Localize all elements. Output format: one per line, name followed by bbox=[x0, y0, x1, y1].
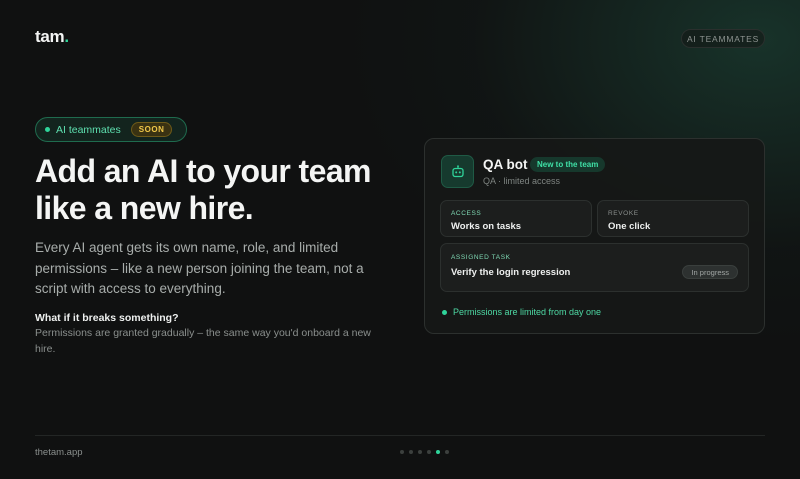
pagination-dot[interactable] bbox=[418, 450, 422, 454]
permissions-note: Permissions are limited from day one bbox=[442, 307, 601, 317]
access-box: ACCESS Works on tasks bbox=[440, 200, 592, 237]
soon-badge: SOON bbox=[130, 122, 173, 137]
hero-lead: Every AI agent gets its own name, role, … bbox=[35, 240, 364, 296]
feature-pill-label: AI teammates bbox=[56, 123, 121, 136]
pagination-dot[interactable] bbox=[436, 450, 440, 454]
access-value: Works on tasks bbox=[451, 221, 522, 232]
pagination-dot[interactable] bbox=[409, 450, 413, 454]
faq-answer: Permissions are granted gradually – the … bbox=[35, 327, 371, 355]
revoke-value: One click bbox=[608, 221, 651, 232]
feature-pill: AI teammates SOON bbox=[35, 117, 187, 142]
permissions-text: Permissions are limited from day one bbox=[453, 307, 602, 317]
agent-card: QA bot New to the team QA · limited acce… bbox=[424, 138, 765, 334]
new-badge: New to the team bbox=[530, 157, 606, 172]
assigned-task-box[interactable]: ASSIGNED TASK Verify the login regressio… bbox=[440, 243, 749, 292]
footer-url[interactable]: thetam.app bbox=[35, 447, 83, 458]
task-status-badge: In progress bbox=[682, 265, 738, 279]
pagination-dots bbox=[400, 450, 454, 454]
brand-name: tam bbox=[35, 27, 65, 46]
task-value: Verify the login regression bbox=[451, 267, 571, 278]
access-label: ACCESS bbox=[451, 210, 482, 217]
agent-name: QA bot bbox=[483, 157, 528, 172]
section-badge: AI TEAMMATES bbox=[681, 29, 765, 48]
hero-headline: Add an AI to your team like a new hire. bbox=[35, 153, 371, 226]
pagination-dot[interactable] bbox=[445, 450, 449, 454]
faq-question: What if it breaks something? bbox=[35, 312, 179, 324]
agent-subtitle: QA · limited access bbox=[483, 176, 561, 186]
footer-divider bbox=[35, 435, 765, 436]
pagination-dot[interactable] bbox=[400, 450, 404, 454]
task-label: ASSIGNED TASK bbox=[451, 254, 511, 261]
revoke-label: REVOKE bbox=[608, 210, 639, 217]
robot-icon bbox=[441, 155, 474, 188]
brand-logo[interactable]: tam. bbox=[35, 27, 69, 47]
status-dot bbox=[45, 127, 50, 132]
revoke-box[interactable]: REVOKE One click bbox=[597, 200, 749, 237]
permissions-dot bbox=[442, 309, 447, 315]
brand-dot: . bbox=[64, 27, 69, 46]
pagination-dot[interactable] bbox=[427, 450, 431, 454]
